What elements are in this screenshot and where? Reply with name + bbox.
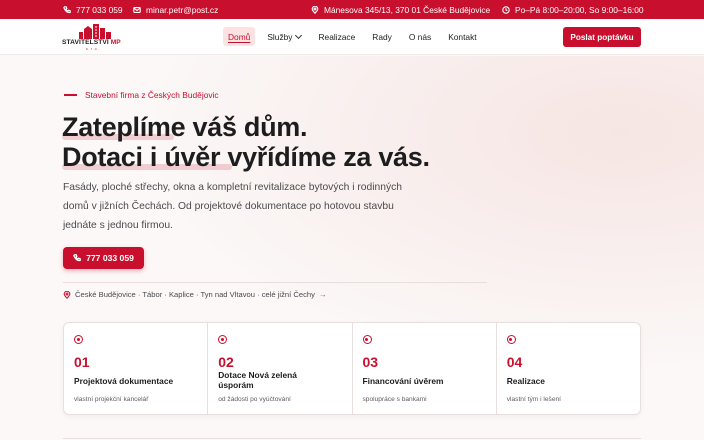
service-area[interactable]: České Budějovice · Tábor · Kaplice · Tyn… bbox=[63, 290, 326, 299]
topbar-email[interactable]: minar.petr@post.cz bbox=[133, 0, 218, 19]
step-number: 03 bbox=[362, 354, 379, 370]
step-card[interactable]: 04 Realizace vlastní tým i lešení bbox=[497, 323, 640, 414]
mail-icon bbox=[133, 6, 141, 13]
clock-icon bbox=[502, 5, 510, 14]
step-title: Dotace Nová zelená úsporám bbox=[218, 370, 297, 390]
hero-kicker: Stavební firma z Českých Budějovic bbox=[64, 90, 219, 100]
nav-about[interactable]: O nás bbox=[404, 27, 436, 46]
site-header: STAVITELSTVÍ MP s.r.o. Domů Služby Reali… bbox=[0, 19, 704, 55]
topbar-hours: Po–Pá 8:00–20:00, So 9:00–16:00 bbox=[502, 0, 644, 19]
nav-advice[interactable]: Rady bbox=[367, 27, 397, 46]
topbar-address[interactable]: Mánesova 345/13, 370 01 České Budějovice bbox=[311, 0, 490, 19]
logo-building-icon bbox=[79, 24, 111, 39]
nav-projects[interactable]: Realizace bbox=[313, 27, 360, 46]
topbar-phone[interactable]: 777 033 059 bbox=[63, 0, 123, 19]
top-contact-bar: 777 033 059 minar.petr@post.cz Mánesova … bbox=[0, 0, 704, 19]
nav-services[interactable]: Služby bbox=[262, 27, 306, 46]
call-button[interactable]: 777 033 059 bbox=[63, 247, 144, 269]
hero-lead-line1: Fasády, ploché střechy, okna a kompletní… bbox=[63, 182, 403, 193]
chevron-down-icon bbox=[295, 31, 303, 39]
hero-lead-line2: domů v jižních Čechách. Od projektové do… bbox=[63, 201, 394, 212]
step-desc: spolupráce s bankami bbox=[362, 396, 427, 403]
location-pin-icon bbox=[63, 290, 71, 299]
hero-title-line2: Dotaci i úvěr vyřídíme za vás. bbox=[62, 142, 430, 172]
location-pin-icon bbox=[311, 5, 319, 14]
logo-subtext: s.r.o. bbox=[86, 47, 100, 51]
step-card[interactable]: 03 Financování úvěrem spolupráce s banka… bbox=[353, 323, 497, 414]
hero-title-line1: Zateplíme váš dům. bbox=[62, 112, 308, 142]
steps-cards: 01 Projektová dokumentace vlastní projek… bbox=[63, 322, 641, 415]
hero-lead-line3: jednáte s jednou firmou. bbox=[63, 220, 173, 231]
main-nav: Domů Služby Realizace Rady O nás Kontakt bbox=[223, 27, 489, 46]
target-icon bbox=[218, 335, 228, 344]
step-number: 04 bbox=[506, 354, 523, 370]
section-divider bbox=[63, 438, 641, 439]
kicker-text: Stavební firma z Českých Budějovic bbox=[85, 90, 219, 100]
arrow-right-icon: → bbox=[318, 290, 327, 299]
topbar-hours-text: Po–Pá 8:00–20:00, So 9:00–16:00 bbox=[515, 4, 644, 15]
topbar-phone-text: 777 033 059 bbox=[76, 4, 123, 15]
phone-icon bbox=[63, 5, 71, 13]
logo-text: STAVITELSTVÍ MP bbox=[62, 39, 121, 46]
step-title: Realizace bbox=[506, 376, 545, 386]
step-title: Financování úvěrem bbox=[362, 376, 444, 386]
step-card[interactable]: 01 Projektová dokumentace vlastní projek… bbox=[64, 323, 209, 414]
logo[interactable]: STAVITELSTVÍ MP s.r.o. bbox=[62, 23, 128, 51]
topbar-email-text: minar.petr@post.cz bbox=[146, 4, 219, 15]
target-icon bbox=[362, 335, 372, 344]
service-area-text: České Budějovice · Tábor · Kaplice · Tyn… bbox=[75, 290, 315, 299]
step-number: 02 bbox=[218, 354, 234, 370]
target-icon bbox=[506, 335, 516, 344]
step-title: Projektová dokumentace bbox=[74, 376, 174, 386]
step-desc: vlastní projekční kancelář bbox=[74, 396, 149, 403]
nav-home[interactable]: Domů bbox=[223, 27, 256, 46]
phone-icon bbox=[73, 254, 81, 262]
topbar-address-text: Mánesova 345/13, 370 01 České Budějovice bbox=[324, 4, 491, 15]
hero-divider bbox=[63, 282, 487, 283]
nav-contact[interactable]: Kontakt bbox=[443, 27, 481, 46]
step-desc: od žádosti po vyúčtování bbox=[218, 396, 291, 403]
kicker-line bbox=[64, 94, 77, 96]
call-button-label: 777 033 059 bbox=[86, 253, 134, 263]
send-inquiry-button[interactable]: Poslat poptávku bbox=[563, 27, 641, 47]
step-card[interactable]: 02 Dotace Nová zelená úsporám od žádosti… bbox=[208, 323, 353, 414]
target-icon bbox=[74, 335, 83, 344]
step-number: 01 bbox=[74, 354, 90, 370]
step-desc: vlastní tým i lešení bbox=[506, 396, 561, 403]
